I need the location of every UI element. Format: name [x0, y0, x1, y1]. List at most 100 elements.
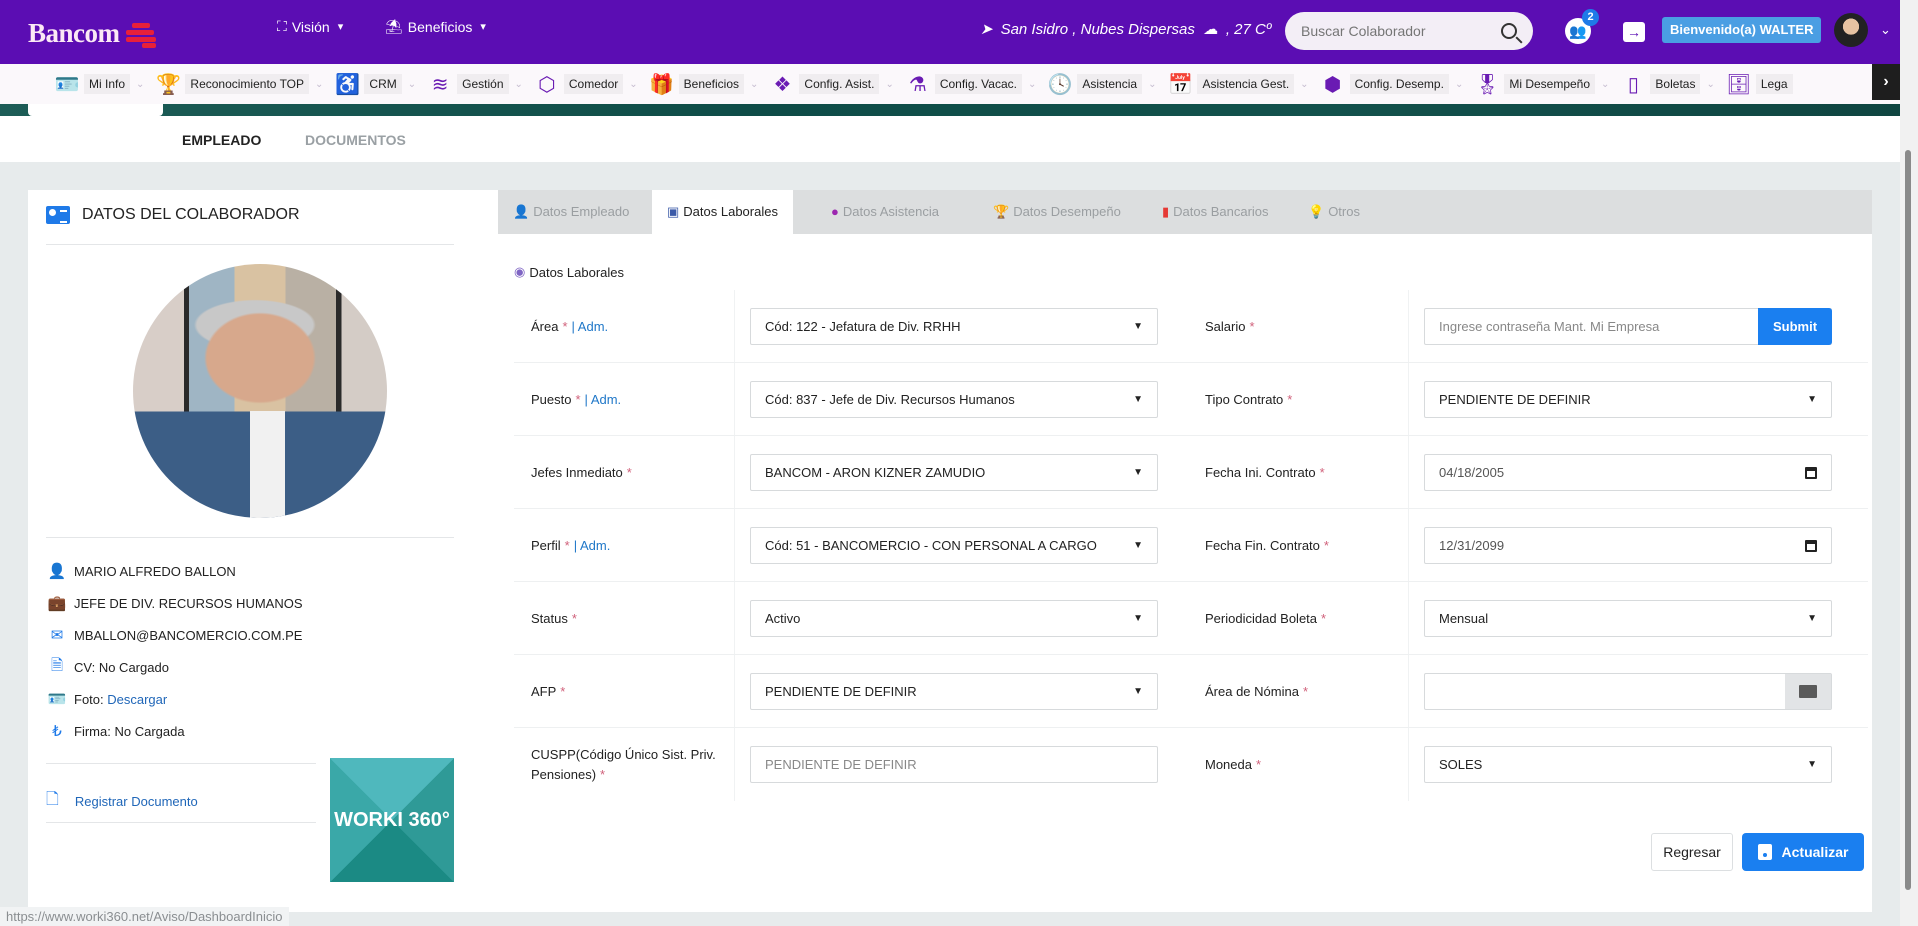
- required-mark: *: [1319, 464, 1325, 480]
- stack-icon: ≋: [431, 73, 449, 96]
- calendar-icon[interactable]: [1805, 539, 1817, 552]
- nav-item-asistencia[interactable]: 🕓 Asistencia ⌄: [1047, 72, 1162, 96]
- nav-item-mi-info[interactable]: 🪪 Mi Info ⌄: [54, 72, 150, 96]
- tab-label: Datos Asistencia: [842, 204, 939, 219]
- update-label: Actualizar: [1781, 844, 1849, 860]
- gift-icon: 🎁: [649, 73, 675, 96]
- download-photo-link[interactable]: Descargar: [107, 692, 167, 707]
- nav-item-config-asist[interactable]: ❖ Config. Asist. ⌄: [769, 72, 899, 96]
- field-afp: AFP * PENDIENTE DE DEFINIR ▼: [514, 655, 1194, 728]
- chevron-down-icon[interactable]: ⌄: [1880, 22, 1891, 38]
- nav-scroll-right-button[interactable]: ›: [1872, 64, 1900, 100]
- logout-icon[interactable]: →: [1623, 22, 1645, 42]
- register-document-link[interactable]: 🗋 Registrar Documento: [46, 788, 198, 815]
- chevron-down-icon: ⌄: [136, 78, 145, 90]
- welcome-button[interactable]: Bienvenido(a) WALTER: [1662, 17, 1822, 43]
- tab-otros[interactable]: 💡 Otros: [1293, 190, 1375, 234]
- menu-vision[interactable]: ⛶ Visión ▾: [277, 18, 343, 35]
- document-icon: ▯: [1627, 73, 1639, 96]
- tab-documentos[interactable]: DOCUMENTOS: [305, 132, 406, 148]
- puesto-select[interactable]: Cód: 837 - Jefe de Div. Recursos Humanos…: [750, 381, 1158, 418]
- search-input[interactable]: [1301, 23, 1501, 39]
- nav-item-config-desemp[interactable]: ⬢ Config. Desemp. ⌄: [1320, 72, 1470, 96]
- area-select[interactable]: Cód: 122 - Jefatura de Div. RRHH ▼: [750, 308, 1158, 345]
- required-mark: *: [564, 537, 570, 553]
- cuspp-input[interactable]: PENDIENTE DE DEFINIR: [750, 746, 1158, 783]
- select-value: Activo: [765, 611, 801, 626]
- tab-datos-asistencia[interactable]: ● Datos Asistencia: [816, 190, 954, 234]
- save-icon: [1757, 844, 1772, 860]
- nav-label: Mi Desempeño: [1504, 74, 1596, 94]
- nav-item-config-vacac[interactable]: ⚗ Config. Vacac. ⌄: [905, 72, 1043, 96]
- scrollbar-thumb[interactable]: [1905, 150, 1911, 890]
- nav-item-crm[interactable]: ♿ CRM ⌄: [334, 72, 422, 96]
- chevron-down-icon: ⌄: [514, 78, 523, 90]
- search-icon[interactable]: [1501, 23, 1517, 39]
- nav-item-gestion[interactable]: ≋ Gestión ⌄: [427, 72, 529, 96]
- field-label: CUSPP(Código Único Sist. Priv. Pensiones…: [531, 728, 731, 801]
- worki-360-badge: WORKI 360°: [330, 758, 454, 882]
- nav-item-legajo[interactable]: 🗄 Lega: [1726, 72, 1793, 96]
- admin-link[interactable]: | Adm.: [574, 536, 611, 556]
- nav-item-asistencia-gest[interactable]: 📅 Asistencia Gest. ⌄: [1167, 72, 1314, 96]
- collaborator-card-title: DATOS DEL COLABORADOR: [46, 206, 300, 224]
- field-label: Puesto * | Adm.: [531, 363, 731, 436]
- afp-select[interactable]: PENDIENTE DE DEFINIR ▼: [750, 673, 1158, 710]
- nav-item-reconocimiento[interactable]: 🏆 Reconocimiento TOP ⌄: [155, 72, 329, 96]
- menu-beneficios[interactable]: ⛱ Beneficios ▾: [385, 18, 486, 35]
- flask-icon: ⚗: [908, 73, 927, 96]
- admin-link[interactable]: | Adm.: [585, 390, 622, 410]
- form-tabs: 👤 Datos Empleado ▣ Datos Laborales ● Datos …: [498, 190, 1872, 234]
- top-header: Bancom ⛶ Visión ▾ ⛱ Beneficios ▾ ➤ San I…: [0, 0, 1900, 64]
- nav-item-beneficios[interactable]: 🎁 Beneficios ⌄: [649, 72, 765, 96]
- chevron-down-icon: ▾: [337, 21, 344, 33]
- status-select[interactable]: Activo ▼: [750, 600, 1158, 637]
- tab-datos-empleado[interactable]: 👤 Datos Empleado: [498, 190, 644, 234]
- salary-password-input[interactable]: Ingrese contraseña Mant. Mi Empresa: [1425, 319, 1758, 334]
- label-text: Salario: [1205, 318, 1246, 334]
- perfil-select[interactable]: Cód: 51 - BANCOMERCIO - CON PERSONAL A C…: [750, 527, 1158, 564]
- moneda-select[interactable]: SOLES ▼: [1424, 746, 1832, 783]
- banner-tab: [28, 104, 163, 116]
- field-label: Salario *: [1205, 290, 1405, 363]
- tab-datos-bancarios[interactable]: ▮ Datos Bancarios: [1147, 190, 1284, 234]
- fecha-ini-date-input[interactable]: 04/18/2005: [1424, 454, 1832, 491]
- jefe-inmediato-select[interactable]: BANCOM - ARON KIZNER ZAMUDIO ▼: [750, 454, 1158, 491]
- divider: [46, 822, 316, 823]
- caret-down-icon: ▼: [1133, 686, 1143, 697]
- brand-logo[interactable]: Bancom: [28, 18, 160, 49]
- fecha-fin-date-input[interactable]: 12/31/2099: [1424, 527, 1832, 564]
- area-nomina-lookup-button[interactable]: [1785, 674, 1831, 709]
- tipo-contrato-select[interactable]: PENDIENTE DE DEFINIR ▼: [1424, 381, 1832, 418]
- back-button[interactable]: Regresar: [1651, 833, 1733, 871]
- caret-down-icon: ▼: [1133, 394, 1143, 405]
- field-fecha-fin: Fecha Fin. Contrato * 12/31/2099: [1188, 509, 1868, 582]
- cloud-icon: ☁: [1202, 21, 1218, 38]
- nav-label: Reconocimiento TOP: [185, 74, 310, 94]
- tab-datos-laborales[interactable]: ▣ Datos Laborales: [652, 190, 793, 234]
- accessibility-icon: ♿: [334, 73, 360, 96]
- tab-label: Datos Desempeño: [1013, 204, 1121, 219]
- tab-datos-desempeno[interactable]: 🏆 Datos Desempeño: [978, 190, 1136, 234]
- caret-down-icon: ▼: [1133, 321, 1143, 332]
- caret-down-icon: ▼: [1133, 467, 1143, 478]
- admin-link[interactable]: | Adm.: [572, 317, 609, 337]
- user-avatar[interactable]: [1834, 13, 1868, 47]
- nav-item-mi-desempeno[interactable]: 🎖 Mi Desempeño ⌄: [1474, 72, 1615, 96]
- update-button[interactable]: Actualizar: [1742, 833, 1864, 871]
- caret-down-icon: ▼: [1133, 613, 1143, 624]
- form-right-column: Salario * Ingrese contraseña Mant. Mi Emp…: [1188, 290, 1868, 801]
- tab-empleado[interactable]: EMPLEADO: [182, 132, 261, 148]
- employee-form-card: 👤 Datos Empleado ▣ Datos Laborales ● Datos …: [498, 190, 1872, 912]
- submit-button[interactable]: Submit: [1758, 308, 1832, 345]
- nav-item-boletas[interactable]: ▯ Boletas ⌄: [1620, 72, 1720, 96]
- notification-badge: 2: [1582, 9, 1599, 26]
- required-mark: *: [1323, 537, 1329, 553]
- periodicidad-select[interactable]: Mensual ▼: [1424, 600, 1832, 637]
- chevron-down-icon: ⌄: [407, 78, 417, 90]
- notifications-button[interactable]: 👥 2: [1565, 9, 1599, 44]
- calendar-icon[interactable]: [1805, 466, 1817, 479]
- field-label: Fecha Fin. Contrato *: [1205, 509, 1405, 582]
- page-scrollbar[interactable]: [1900, 0, 1918, 926]
- nav-item-comedor[interactable]: ⬡ Comedor ⌄: [534, 72, 644, 96]
